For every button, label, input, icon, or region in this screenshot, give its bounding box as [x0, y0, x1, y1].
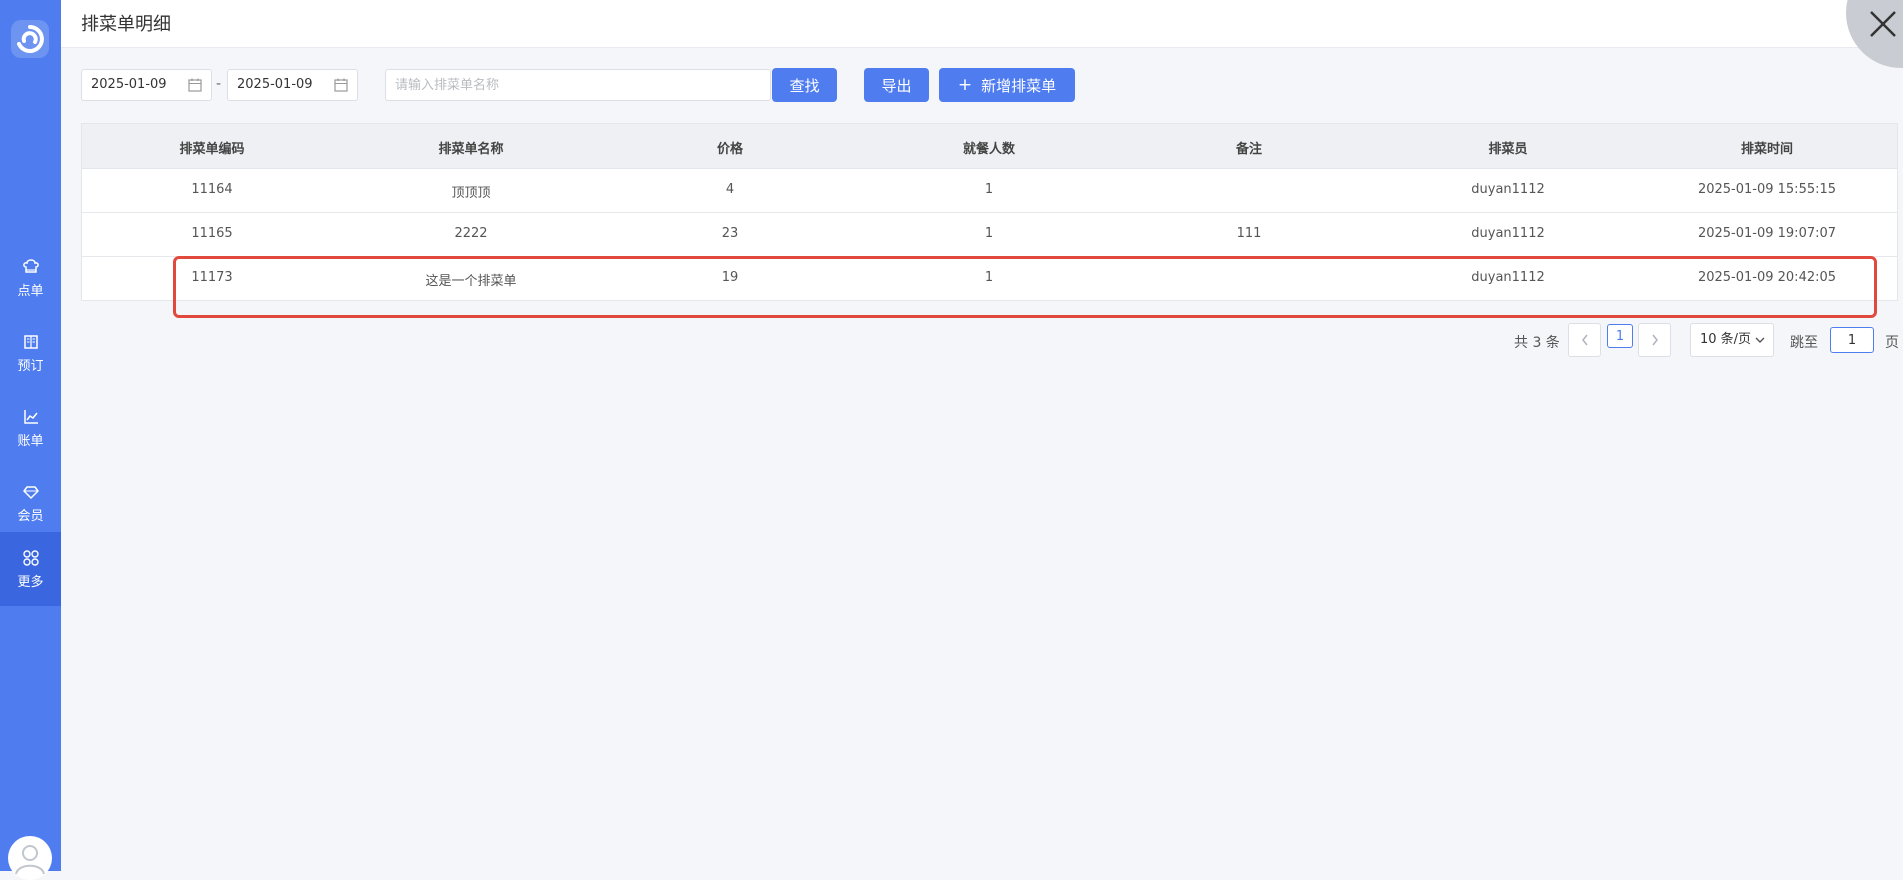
book-icon — [23, 334, 38, 349]
column-header-time: 排菜时间 — [1740, 142, 1794, 157]
chevron-right-icon — [1651, 334, 1658, 346]
end-date-picker[interactable]: 2025-01-09 — [227, 69, 358, 101]
search-button[interactable]: 查找 — [772, 68, 837, 102]
start-date-value: 2025-01-09 — [91, 77, 167, 92]
export-button[interactable]: 导出 — [864, 68, 929, 102]
cell-operator: duyan1112 — [1471, 270, 1545, 285]
pagination-jump-label: 跳至 — [1790, 335, 1818, 351]
sidebar-item-order[interactable]: 点单 — [0, 241, 61, 315]
close-icon[interactable] — [1865, 6, 1901, 42]
cell-time: 2025-01-09 20:42:05 — [1697, 270, 1837, 285]
pagination-jump-input[interactable] — [1830, 327, 1874, 353]
column-header-operator: 排菜员 — [1488, 142, 1528, 157]
table-row[interactable]: 11173 这是一个排菜单 19 1 duyan1112 2025-01-09 … — [82, 256, 1897, 301]
sidebar-item-label: 更多 — [17, 574, 44, 590]
cell-operator: duyan1112 — [1471, 182, 1545, 197]
header: 排菜单明细 — [61, 0, 1903, 48]
cell-diners: 1 — [984, 226, 994, 241]
column-header-remark: 备注 — [1235, 142, 1263, 157]
diamond-icon — [22, 485, 39, 499]
cell-diners: 1 — [984, 182, 994, 197]
grid-icon — [22, 549, 39, 566]
chart-icon — [23, 409, 38, 424]
cell-price: 4 — [725, 182, 735, 197]
page-size-select[interactable]: 10 条/页 — [1690, 323, 1774, 357]
pagination-prev-button[interactable] — [1568, 323, 1601, 357]
date-separator: - — [216, 76, 222, 92]
sidebar-item-reservation[interactable]: 预订 — [0, 316, 61, 390]
search-button-label: 查找 — [789, 76, 820, 95]
table-header: 排菜单编码 排菜单名称 价格 就餐人数 备注 排菜员 排菜时间 — [82, 124, 1897, 169]
column-header-name: 排菜单名称 — [438, 142, 504, 157]
pagination-next-button[interactable] — [1638, 323, 1671, 357]
sidebar-item-label: 预订 — [17, 358, 44, 374]
search-input[interactable] — [385, 69, 771, 101]
cell-remark: 111 — [1236, 226, 1262, 241]
sidebar-item-bill[interactable]: 账单 — [0, 391, 61, 465]
cell-code: 11173 — [191, 270, 233, 285]
table-row[interactable]: 11164 顶顶顶 4 1 duyan1112 2025-01-09 15:55… — [82, 168, 1897, 213]
end-date-value: 2025-01-09 — [237, 77, 313, 92]
table-row[interactable]: 11165 2222 23 1 111 duyan1112 2025-01-09… — [82, 212, 1897, 257]
start-date-picker[interactable]: 2025-01-09 — [81, 69, 212, 101]
plus-icon: + — [957, 75, 973, 95]
export-button-label: 导出 — [881, 76, 912, 95]
calendar-icon — [334, 78, 348, 92]
cell-diners: 1 — [984, 270, 994, 285]
sidebar-item-label: 会员 — [17, 508, 44, 524]
cell-code: 11165 — [191, 226, 233, 241]
chevron-left-icon — [1581, 334, 1588, 346]
logo — [11, 20, 49, 58]
user-icon — [15, 845, 45, 875]
cell-name: 2222 — [454, 226, 488, 241]
calendar-icon — [188, 78, 202, 92]
column-header-diners: 就餐人数 — [962, 142, 1016, 157]
cell-name: 这是一个排菜单 — [425, 274, 517, 289]
cell-name: 顶顶顶 — [451, 186, 491, 201]
cell-operator: duyan1112 — [1471, 226, 1545, 241]
page-title: 排菜单明细 — [81, 14, 171, 35]
pagination-page-suffix: 页 — [1885, 335, 1899, 351]
cell-time: 2025-01-09 15:55:15 — [1697, 182, 1837, 197]
sidebar-item-more[interactable]: 更多 — [0, 532, 61, 606]
column-header-code: 排菜单编码 — [179, 142, 245, 157]
pagination-page-1[interactable]: 1 — [1607, 324, 1633, 348]
sidebar: 点单 预订 账单 会员 更多 — [0, 0, 61, 880]
add-menu-button-label: 新增排菜单 — [981, 76, 1057, 95]
cell-time: 2025-01-09 19:07:07 — [1697, 226, 1837, 241]
sidebar-item-label: 点单 — [17, 283, 44, 299]
cell-price: 23 — [721, 226, 739, 241]
sidebar-item-member[interactable]: 会员 — [0, 466, 61, 540]
logo-icon — [17, 25, 44, 53]
avatar[interactable] — [8, 836, 52, 880]
cell-price: 19 — [721, 270, 739, 285]
menu-table: 排菜单编码 排菜单名称 价格 就餐人数 备注 排菜员 排菜时间 11164 顶顶… — [81, 123, 1898, 301]
chef-hat-icon — [22, 258, 39, 273]
add-menu-button[interactable]: + 新增排菜单 — [939, 68, 1075, 102]
chevron-down-icon — [1755, 337, 1765, 343]
pagination-total: 共 3 条 — [1514, 335, 1560, 351]
cell-code: 11164 — [191, 182, 233, 197]
page-size-value: 10 条/页 — [1700, 332, 1752, 347]
column-header-price: 价格 — [716, 142, 744, 157]
sidebar-item-label: 账单 — [17, 433, 44, 449]
